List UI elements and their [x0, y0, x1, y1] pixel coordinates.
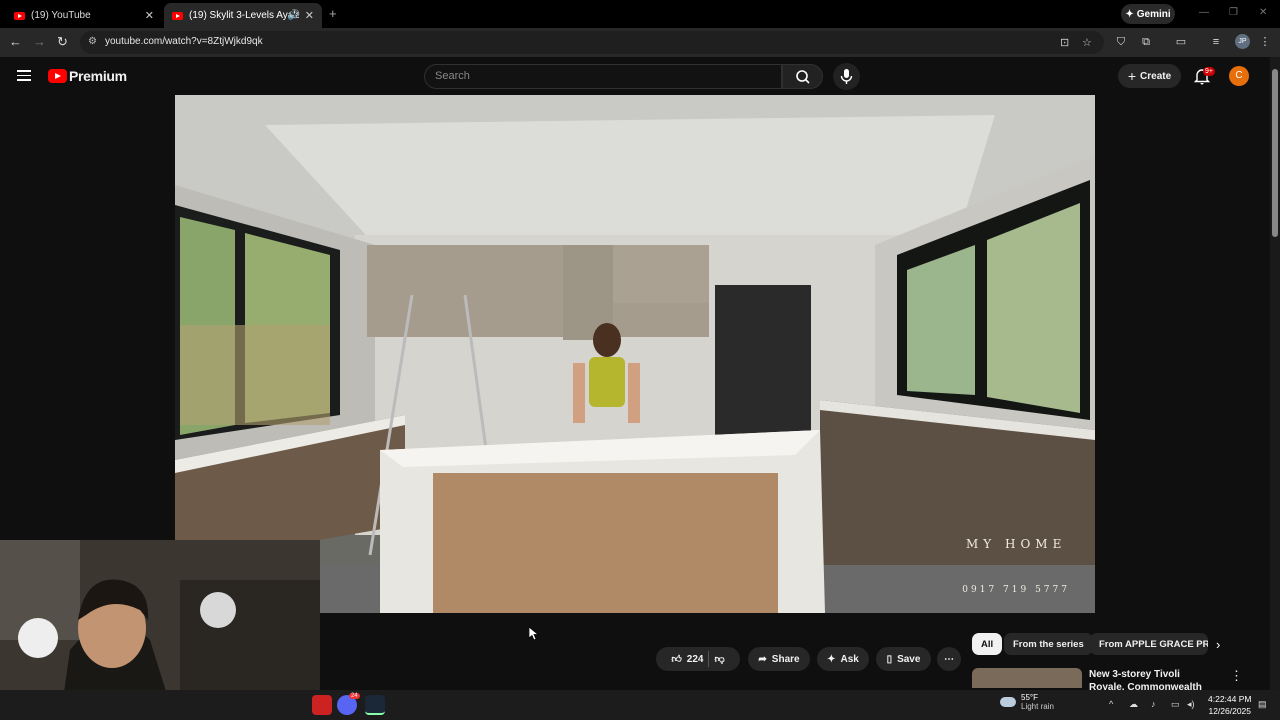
extensions-puzzle-icon[interactable]: ⧉ — [1139, 35, 1153, 49]
chip-from-series[interactable]: From the series — [1004, 633, 1093, 655]
search-input[interactable]: Search — [424, 64, 782, 89]
weather-condition: Light rain — [1021, 702, 1054, 711]
mouse-cursor-icon — [529, 627, 539, 641]
media-controls-icon[interactable]: ≡ — [1209, 35, 1223, 49]
back-icon[interactable]: ← — [9, 34, 22, 49]
gemini-label: Gemini — [1136, 8, 1171, 20]
share-button[interactable]: ➦ Share — [748, 647, 810, 671]
share-arrow-icon: ➦ — [758, 653, 767, 665]
divider — [708, 651, 710, 667]
bookmark-star-icon[interactable]: ☆ — [1082, 36, 1092, 49]
youtube-play-icon — [48, 69, 67, 83]
network-icon[interactable]: ▭ — [1171, 699, 1180, 710]
watermark-phone: 0917 719 5777 — [962, 585, 1070, 595]
create-label: Create — [1140, 70, 1172, 82]
red-app-icon[interactable] — [312, 695, 332, 715]
minimize-button[interactable]: — — [1199, 7, 1209, 18]
clock-time: 4:22:44 PM — [1208, 694, 1252, 704]
chrome-menu-icon[interactable]: ⋮ — [1258, 35, 1272, 49]
gemini-button[interactable]: ✦ Gemini — [1121, 4, 1175, 24]
video-player[interactable]: MY HOME 0917 719 5777 — [175, 95, 1095, 613]
create-button[interactable]: + Create — [1118, 64, 1181, 88]
search-button[interactable] — [782, 64, 823, 89]
bookmark-icon: ▯ — [886, 653, 893, 665]
chevron-right-icon[interactable]: › — [1216, 637, 1220, 652]
hamburger-menu-icon[interactable] — [17, 70, 31, 81]
steam-icon[interactable] — [365, 695, 385, 715]
ask-label: Ask — [840, 653, 859, 665]
like-count[interactable]: 224 — [687, 654, 704, 665]
windows-taskbar: 24 55°F Light rain ^ ☁ ♪ ▭ ◂) 4:22:44 PM… — [0, 690, 1280, 720]
browser-toolbar: ← → ↻ ⚙ youtube.com/watch?v=8ZtjWjkd9qk … — [0, 28, 1280, 57]
thumbs-up-icon[interactable]: 👍︎ — [671, 653, 681, 665]
thumbs-down-icon[interactable]: 👎︎ — [714, 653, 724, 665]
youtube-favicon-icon — [172, 11, 183, 20]
tab-youtube-home[interactable]: (19) YouTube ✕ — [6, 3, 162, 28]
url-text[interactable]: youtube.com/watch?v=8ZtjWjkd9qk — [105, 36, 263, 47]
watermark-title: MY HOME — [965, 537, 1067, 551]
tab-close-icon[interactable]: ✕ — [305, 9, 314, 22]
logo-text: Premium — [69, 68, 127, 84]
new-tab-button[interactable]: + — [329, 6, 337, 21]
chip-all[interactable]: All — [972, 633, 1003, 655]
discord-badge: 24 — [349, 693, 360, 699]
rain-cloud-icon — [1000, 697, 1016, 707]
youtube-favicon-icon — [14, 11, 25, 20]
search-placeholder: Search — [435, 70, 470, 82]
site-info-icon[interactable]: ⚙ — [88, 36, 97, 47]
onedrive-icon[interactable]: ☁ — [1129, 699, 1138, 710]
install-app-icon[interactable]: ⊡ — [1060, 36, 1069, 49]
plus-icon: + — [1127, 68, 1137, 84]
weather-widget[interactable]: 55°F Light rain — [1000, 693, 1054, 711]
share-label: Share — [771, 653, 800, 665]
more-vert-icon[interactable]: ⋮ — [1230, 668, 1243, 684]
account-avatar[interactable]: C — [1229, 66, 1249, 86]
shield-extension-icon[interactable]: ⛉ — [1114, 35, 1128, 49]
sparkle-icon: ✦ — [827, 653, 836, 665]
reload-icon[interactable]: ↻ — [57, 34, 68, 50]
chip-from-channel[interactable]: From APPLE GRACE PRO — [1090, 633, 1208, 655]
channel-watermark: MY HOME 0917 719 5777 — [962, 537, 1070, 595]
voice-search-button[interactable] — [833, 63, 860, 90]
ask-button[interactable]: ✦ Ask — [817, 647, 869, 671]
search-icon — [796, 70, 810, 84]
microphone-icon — [840, 69, 853, 84]
restore-button[interactable]: ❐ — [1229, 7, 1238, 18]
forward-icon[interactable]: → — [33, 34, 46, 49]
audio-playing-icon[interactable]: 🔊 — [288, 10, 300, 21]
like-dislike-group: 👍︎ 224 👎︎ — [656, 647, 740, 671]
microphone-tray-icon[interactable]: ♪ — [1151, 699, 1156, 709]
volume-icon[interactable]: ◂) — [1187, 699, 1195, 710]
save-label: Save — [897, 653, 921, 665]
tab-title: (19) YouTube — [31, 10, 91, 21]
video-frame-kitchen — [175, 95, 1095, 613]
youtube-header: Premium Search + Create 9+ C — [0, 57, 1280, 95]
tab-video-active[interactable]: (19) Skylit 3-Levels Ayala Al 🔊 ✕ — [164, 3, 322, 28]
notifications-icon[interactable]: ▤ — [1258, 699, 1267, 710]
save-button[interactable]: ▯ Save — [876, 647, 931, 671]
page-scrollbar[interactable] — [1270, 57, 1280, 690]
clock-date: 12/26/2025 — [1208, 706, 1252, 716]
more-actions-icon[interactable]: ⋯ — [937, 647, 961, 671]
close-window-button[interactable]: ✕ — [1259, 7, 1267, 18]
sparkle-icon: ✦ — [1125, 8, 1134, 20]
system-clock[interactable]: 4:22:44 PM 12/26/2025 — [1208, 693, 1251, 717]
youtube-premium-logo[interactable]: Premium — [48, 68, 127, 84]
scrollbar-thumb[interactable] — [1272, 69, 1278, 237]
recommendation-thumbnail[interactable] — [972, 668, 1082, 688]
tab-close-icon[interactable]: ✕ — [145, 9, 154, 22]
notification-badge: 9+ — [1203, 67, 1215, 76]
tray-overflow-icon[interactable]: ^ — [1109, 699, 1113, 709]
profile-avatar[interactable]: JP — [1235, 34, 1250, 49]
tab-title: (19) Skylit 3-Levels Ayala Al — [189, 10, 299, 21]
weather-temp: 55°F — [1021, 693, 1038, 702]
address-bar[interactable]: ⚙ youtube.com/watch?v=8ZtjWjkd9qk ⊡ ☆ — [80, 31, 1104, 54]
browser-tab-bar: (19) YouTube ✕ (19) Skylit 3-Levels Ayal… — [0, 0, 1280, 28]
cast-icon[interactable]: ▭ — [1174, 35, 1188, 49]
